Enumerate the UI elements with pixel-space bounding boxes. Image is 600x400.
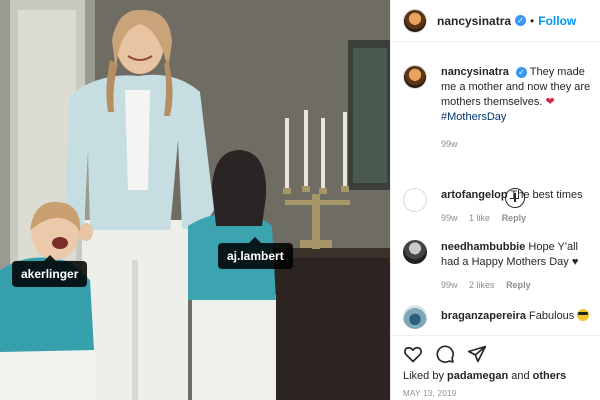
comments-list[interactable]: nancysinatra ✓ They made me a mother and… [391,43,600,333]
family-photo-illustration [0,0,390,400]
reply-button[interactable]: Reply [502,213,527,223]
red-heart-emoji-icon: ❤ [545,96,555,108]
comment-text: The best times [510,189,583,201]
author-username[interactable]: nancysinatra [437,14,511,28]
post-side-panel: nancysinatra ✓ • Follow nancysinatra ✓ T… [390,0,600,400]
action-icons [403,344,487,364]
comment-icon[interactable] [435,344,455,364]
comment-row: needhambubbie Hope Y'all had a Happy Mot… [403,240,595,293]
black-heart-emoji-icon: ♥ [571,256,579,268]
comment-username[interactable]: braganzapereira [441,310,526,322]
comment-meta: 99w 2 likes Reply [441,278,595,293]
comment-row: braganzapereira Fabulous [403,305,595,329]
liked-by-and: and [511,370,530,382]
separator-dot: • [530,13,535,28]
comment-meta: 99w 1 like Reply [441,211,591,226]
verified-badge-icon: ✓ [515,15,527,26]
commenter-avatar[interactable] [403,305,427,329]
caption-hashtag[interactable]: #MothersDay [441,111,506,123]
author-avatar[interactable] [403,8,427,33]
caption-username[interactable]: nancysinatra [441,66,509,78]
comment-username[interactable]: needhambubbie [441,241,525,253]
comment-like-count[interactable]: 2 likes [469,280,495,290]
liked-by-prefix: Liked by [403,370,444,382]
comment-text: Fabulous [529,310,575,322]
reply-button[interactable]: Reply [506,280,531,290]
liked-by-line: Liked by padamegan and others [403,370,566,382]
photo-tag-aj-lambert[interactable]: aj.lambert [218,237,293,269]
commenter-avatar[interactable] [403,240,427,264]
caption-meta: 99w [441,137,595,152]
liked-by-others[interactable]: others [533,370,567,382]
commenter-avatar[interactable] [403,188,427,212]
post-date[interactable]: MAY 13, 2019 [403,389,457,398]
post-actions: Liked by padamegan and others MAY 13, 20… [391,335,600,400]
comment-age[interactable]: 99w [441,280,458,290]
comment-text-block: artofangelop The best times 99w 1 like R… [441,188,591,226]
comment-text-block: braganzapereira Fabulous [441,309,590,329]
comment-row: artofangelop The best times 99w 1 like R… [403,188,595,226]
follow-button[interactable]: Follow [538,14,576,28]
heart-icon[interactable] [403,344,423,364]
caption-author-avatar[interactable] [403,65,427,89]
comment-text-block: needhambubbie Hope Y'all had a Happy Mot… [441,240,595,293]
post-header: nancysinatra ✓ • Follow [391,0,600,42]
verified-badge-icon: ✓ [515,67,527,78]
share-icon[interactable] [467,344,487,364]
caption-age[interactable]: 99w [441,139,458,149]
photo-tag-akerlinger[interactable]: akerlinger [12,255,88,287]
post-photo[interactable]: akerlinger aj.lambert [0,0,390,400]
caption-text-block: nancysinatra ✓ They made me a mother and… [441,65,595,152]
liked-by-user[interactable]: padamegan [447,370,508,382]
sunglasses-emoji-icon [577,309,590,321]
comment-like-count[interactable]: 1 like [469,213,490,223]
comment-age[interactable]: 99w [441,213,458,223]
caption-row: nancysinatra ✓ They made me a mother and… [403,65,595,152]
comment-username[interactable]: artofangelop [441,189,508,201]
